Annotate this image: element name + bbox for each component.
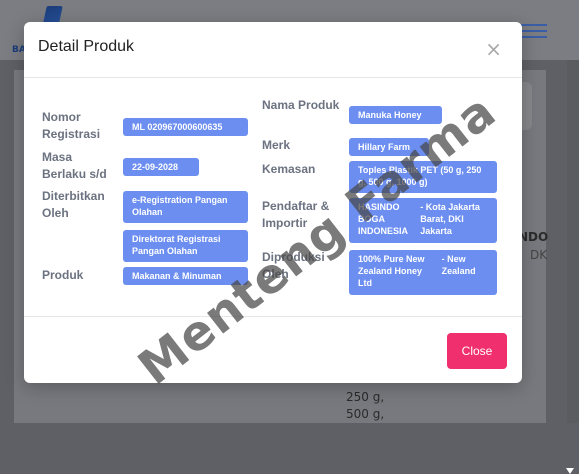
producer-location: - New Zealand: [441, 254, 476, 276]
label-masa-berlaku: Masa Berlaku s/d: [42, 150, 107, 181]
background-text: NDO: [518, 230, 549, 244]
close-button[interactable]: Close: [447, 333, 507, 369]
value-pendaftar-importir: HASINDO BOGA INDONESIA - Kota Jakarta Ba…: [349, 198, 497, 243]
value-diterbitkan-oleh-1: e-Registration Pangan Olahan: [123, 191, 248, 223]
background-text: 500 g,: [346, 407, 385, 421]
value-nama-produk: Manuka Honey: [349, 106, 442, 124]
value-diterbitkan-oleh-2: Direktorat Registrasi Pangan Olahan: [123, 230, 248, 262]
importer-name: HASINDO BOGA INDONESIA: [358, 202, 409, 236]
modal-title: Detail Produk: [38, 38, 135, 55]
modal-header: Detail Produk ×: [24, 22, 522, 78]
scrollbar[interactable]: [566, 60, 579, 474]
close-icon[interactable]: ×: [485, 39, 502, 59]
label-merk: Merk: [262, 138, 291, 152]
value-masa-berlaku: 22-09-2028: [123, 158, 199, 176]
producer-name: 100% Pure New Zealand Honey Ltd: [358, 254, 425, 288]
value-kemasan: Toples Plastik PET (50 g, 250 g, 500 g, …: [349, 161, 497, 193]
scroll-down-icon[interactable]: [566, 468, 574, 474]
label-diterbitkan-oleh: Diterbitkan Oleh: [42, 189, 105, 220]
value-merk: Hillary Farm: [349, 138, 429, 156]
label-produk: Produk: [42, 268, 84, 282]
label-diproduksi-oleh: Diproduksi Oleh: [262, 250, 325, 281]
value-produk: Makanan & Minuman: [123, 267, 248, 285]
label-nomor-registrasi: Nomor Registrasi: [42, 110, 101, 141]
value-diproduksi-oleh: 100% Pure New Zealand Honey Ltd - New Ze…: [349, 250, 497, 295]
background-text: 250 g,: [346, 390, 385, 404]
label-pendaftar-importir: Pendaftar & Importir: [262, 199, 330, 230]
modal-footer: Close: [24, 316, 522, 384]
importer-location: - Kota Jakarta Barat, DKI Jakarta: [420, 202, 480, 236]
hamburger-menu-icon[interactable]: [521, 20, 547, 40]
label-nama-produk: Nama Produk: [262, 98, 340, 112]
value-nomor-registrasi: ML 020967000600635: [123, 118, 248, 136]
label-kemasan: Kemasan: [262, 162, 316, 176]
product-detail-modal: Detail Produk × Nomor Registrasi ML 0209…: [24, 22, 522, 383]
background-text: DK: [530, 248, 548, 262]
